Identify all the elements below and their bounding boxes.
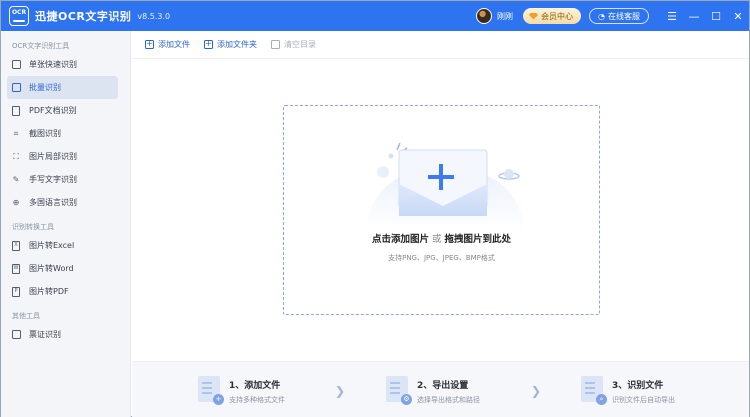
headset-icon: ◔ [598,11,605,21]
step-add-file-icon: + [198,376,224,405]
step-recognize-file-icon: ⌕ [581,376,607,405]
sidebar-item-image-to-pdf[interactable]: P 图片转PDF [1,280,118,303]
app-version: v8.5.3.0 [137,11,171,21]
sidebar-item-batch-recognition[interactable]: 批量识别 [7,76,118,99]
partial-select-icon: ⛶ [13,151,19,161]
toolbar: + 添加文件 + 添加文件夹 清空目录 [132,31,749,59]
step-recognize-file: ⌕ 3、识别文件 识别文件后自动导出 [581,376,675,405]
image-icon [11,60,21,70]
app-window: OCR 迅捷OCR文字识别 v8.5.3.0 刚刚 会员中心 ◔ 在线客服 ☰ … [0,0,750,417]
globe-icon: ⊕ [12,198,20,207]
title-bar: OCR 迅捷OCR文字识别 v8.5.3.0 刚刚 会员中心 ◔ 在线客服 ☰ … [1,1,749,31]
sidebar-group-title: OCR文字识别工具 [12,42,70,50]
steps-bar: + 1、添加文件 支持多种格式文件 ❯ ⚙ 2、导出设置 选择导出格式和路径 ❯… [132,361,749,417]
sidebar: OCR文字识别工具 单张快速识别 批量识别 PDF文档识别 ⌗ 截图识别 ⛶ 图… [1,31,131,417]
excel-icon: X [11,240,21,251]
step-export-settings-icon: ⚙ [386,376,412,405]
chevron-right-icon: ❯ [531,384,542,398]
sidebar-item-multilanguage-recognition[interactable]: ⊕ 多国语言识别 [1,191,118,214]
online-service-button[interactable]: ◔ 在线客服 [589,8,649,24]
trash-icon [271,40,280,49]
sidebar-group-title: 识别转换工具 [12,223,54,231]
sidebar-item-single-recognition[interactable]: 单张快速识别 [1,53,118,76]
stack-icon [11,83,21,93]
add-folder-icon: + [204,39,213,49]
user-avatar[interactable] [476,8,493,24]
sidebar-item-partial-recognition[interactable]: ⛶ 图片局部识别 [1,145,118,168]
sidebar-group-title: 其他工具 [12,312,40,320]
pdf-icon [11,105,21,116]
sidebar-item-screenshot-recognition[interactable]: ⌗ 截图识别 [1,122,118,145]
sidebar-item-pdf-recognition[interactable]: PDF文档识别 [1,99,118,122]
vip-center-button[interactable]: 会员中心 [523,8,582,24]
close-icon[interactable]: ✕ [727,1,749,31]
pen-icon: ✎ [12,175,20,184]
add-file-button[interactable]: + 添加文件 [145,39,190,50]
step-export-settings: ⚙ 2、导出设置 选择导出格式和路径 [386,376,480,405]
user-name[interactable]: 刚刚 [497,11,513,22]
word-icon: W [11,263,21,274]
ticket-icon [11,330,21,340]
minimize-icon[interactable]: — [683,1,705,31]
chevron-right-icon: ❯ [335,384,346,398]
diamond-icon [529,12,539,20]
sidebar-item-handwriting-recognition[interactable]: ✎ 手写文字识别 [1,168,118,191]
sidebar-item-image-to-word[interactable]: W 图片转Word [1,257,118,280]
menu-icon[interactable]: ☰ [661,1,683,31]
crop-icon: ⌗ [13,128,19,138]
drop-zone-title[interactable]: 点击添加图片或拖拽图片到此处 [283,231,600,245]
step-add-file: + 1、添加文件 支持多种格式文件 [198,376,285,405]
sidebar-item-image-to-excel[interactable]: X 图片转Excel [1,234,118,257]
supported-formats-text: 支持PNG、JPG、JPEG、BMP格式 [388,254,495,262]
add-folder-button[interactable]: + 添加文件夹 [204,39,257,50]
app-title: 迅捷OCR文字识别 [35,10,132,23]
maximize-icon[interactable]: ☐ [705,1,727,31]
add-file-icon: + [145,39,154,49]
sidebar-item-ticket-recognition[interactable]: 票证识别 [1,323,118,346]
ocr-logo-icon: OCR [9,6,29,26]
clear-list-button[interactable]: 清空目录 [271,39,316,50]
pdf-file-icon: P [11,286,21,297]
